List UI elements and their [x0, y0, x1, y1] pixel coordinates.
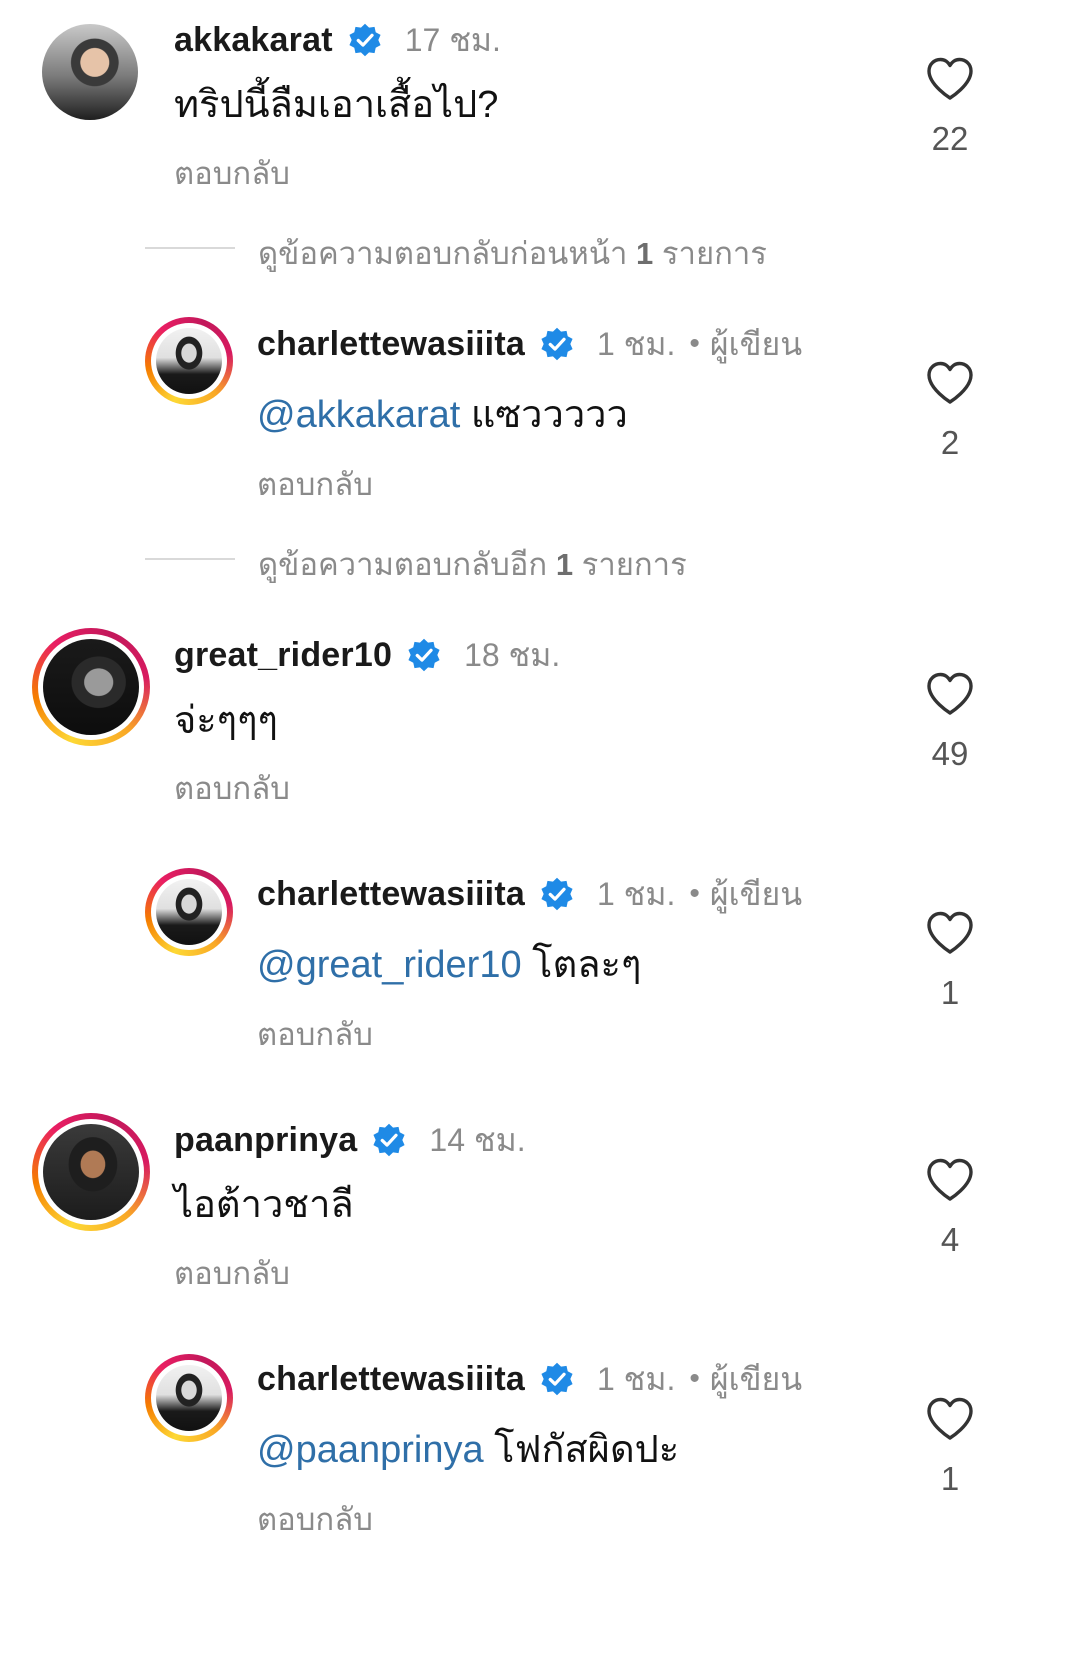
author-label: ผู้เขียน	[709, 875, 803, 912]
verified-badge-icon	[539, 1361, 575, 1397]
verified-badge-icon	[539, 876, 575, 912]
username[interactable]: charlettewasiiita	[257, 1360, 525, 1399]
like-control[interactable]: 1	[918, 1396, 982, 1498]
avatar[interactable]	[32, 628, 150, 746]
heart-outline-icon[interactable]	[925, 1396, 975, 1442]
reply-button[interactable]: ตอบกลับ	[174, 763, 290, 813]
comment-text: @akkakarat แซววววว	[257, 390, 628, 440]
avatar[interactable]	[145, 868, 233, 956]
separator-dot: •	[689, 327, 700, 360]
heart-outline-icon[interactable]	[925, 56, 975, 102]
verified-badge-icon	[539, 326, 575, 362]
comment-text: จ่ะๆๆๆ	[174, 696, 278, 746]
comment-text: @paanprinya โฟกัสผิดปะ	[257, 1425, 679, 1475]
comment-text: ไอต้าวชาลี	[174, 1180, 354, 1230]
mention-link[interactable]: @akkakarat	[257, 394, 460, 436]
comment-body: ไอต้าวชาลี	[174, 1184, 354, 1226]
comment-time: 1 ชม.	[596, 875, 676, 912]
comment-body: จ่ะๆๆๆ	[174, 700, 278, 742]
like-control[interactable]: 1	[918, 910, 982, 1012]
reply-button[interactable]: ตอบกลับ	[257, 1009, 373, 1059]
like-control[interactable]: 49	[918, 671, 982, 773]
divider	[145, 247, 235, 249]
mention-link[interactable]: @great_rider10	[257, 944, 522, 986]
comment-time: 18 ชม.	[464, 636, 561, 673]
comment-time: 1 ชม.	[596, 325, 676, 362]
username[interactable]: akkakarat	[174, 21, 333, 60]
author-label: ผู้เขียน	[709, 325, 803, 362]
view-previous-replies[interactable]: ดูข้อความตอบกลับก่อนหน้า 1 รายการ	[0, 228, 1075, 271]
like-count: 1	[940, 1460, 960, 1497]
comment-text: ทริปนี้ลืมเอาเสื้อไป?	[174, 80, 498, 130]
comment-body: ทริปนี้ลืมเอาเสื้อไป?	[174, 84, 499, 126]
username[interactable]: great_rider10	[174, 636, 392, 675]
reply-button[interactable]: ตอบกลับ	[257, 1494, 373, 1544]
comment-body: โตละๆ	[521, 944, 642, 986]
avatar[interactable]	[145, 1354, 233, 1442]
reply-button[interactable]: ตอบกลับ	[174, 148, 290, 198]
verified-badge-icon	[406, 637, 442, 673]
like-control[interactable]: 4	[918, 1157, 982, 1259]
username[interactable]: charlettewasiiita	[257, 875, 525, 914]
comment-time: 14 ชม.	[429, 1121, 526, 1158]
avatar[interactable]	[42, 24, 138, 120]
separator-dot: •	[689, 877, 700, 910]
heart-outline-icon[interactable]	[925, 671, 975, 717]
avatar[interactable]	[32, 1113, 150, 1231]
view-more-replies[interactable]: ดูข้อความตอบกลับอีก 1 รายการ	[0, 539, 1075, 582]
view-replies-label[interactable]: ดูข้อความตอบกลับอีก 1 รายการ	[258, 539, 687, 589]
like-control[interactable]: 22	[918, 56, 982, 158]
view-replies-label[interactable]: ดูข้อความตอบกลับก่อนหน้า 1 รายการ	[258, 228, 767, 278]
comment-body: แซววววว	[460, 394, 628, 436]
reply-button[interactable]: ตอบกลับ	[174, 1248, 290, 1298]
heart-outline-icon[interactable]	[925, 1157, 975, 1203]
like-count: 22	[931, 120, 969, 157]
heart-outline-icon[interactable]	[925, 910, 975, 956]
like-count: 1	[940, 974, 960, 1011]
comment-body: โฟกัสผิดปะ	[483, 1429, 680, 1471]
username[interactable]: charlettewasiiita	[257, 325, 525, 364]
like-control[interactable]: 2	[918, 360, 982, 462]
verified-badge-icon	[371, 1122, 407, 1158]
comment-time: 1 ชม.	[596, 1360, 676, 1397]
separator-dot: •	[689, 1362, 700, 1395]
username[interactable]: paanprinya	[174, 1121, 357, 1160]
verified-badge-icon	[347, 22, 383, 58]
mention-link[interactable]: @paanprinya	[257, 1429, 484, 1471]
like-count: 49	[931, 735, 969, 772]
like-count: 4	[940, 1221, 960, 1258]
comment-time: 17 ชม.	[404, 21, 501, 58]
comment-text: @great_rider10 โตละๆ	[257, 940, 641, 990]
avatar[interactable]	[145, 317, 233, 405]
divider	[145, 558, 235, 560]
like-count: 2	[940, 424, 960, 461]
heart-outline-icon[interactable]	[925, 360, 975, 406]
reply-button[interactable]: ตอบกลับ	[257, 459, 373, 509]
author-label: ผู้เขียน	[709, 1360, 803, 1397]
